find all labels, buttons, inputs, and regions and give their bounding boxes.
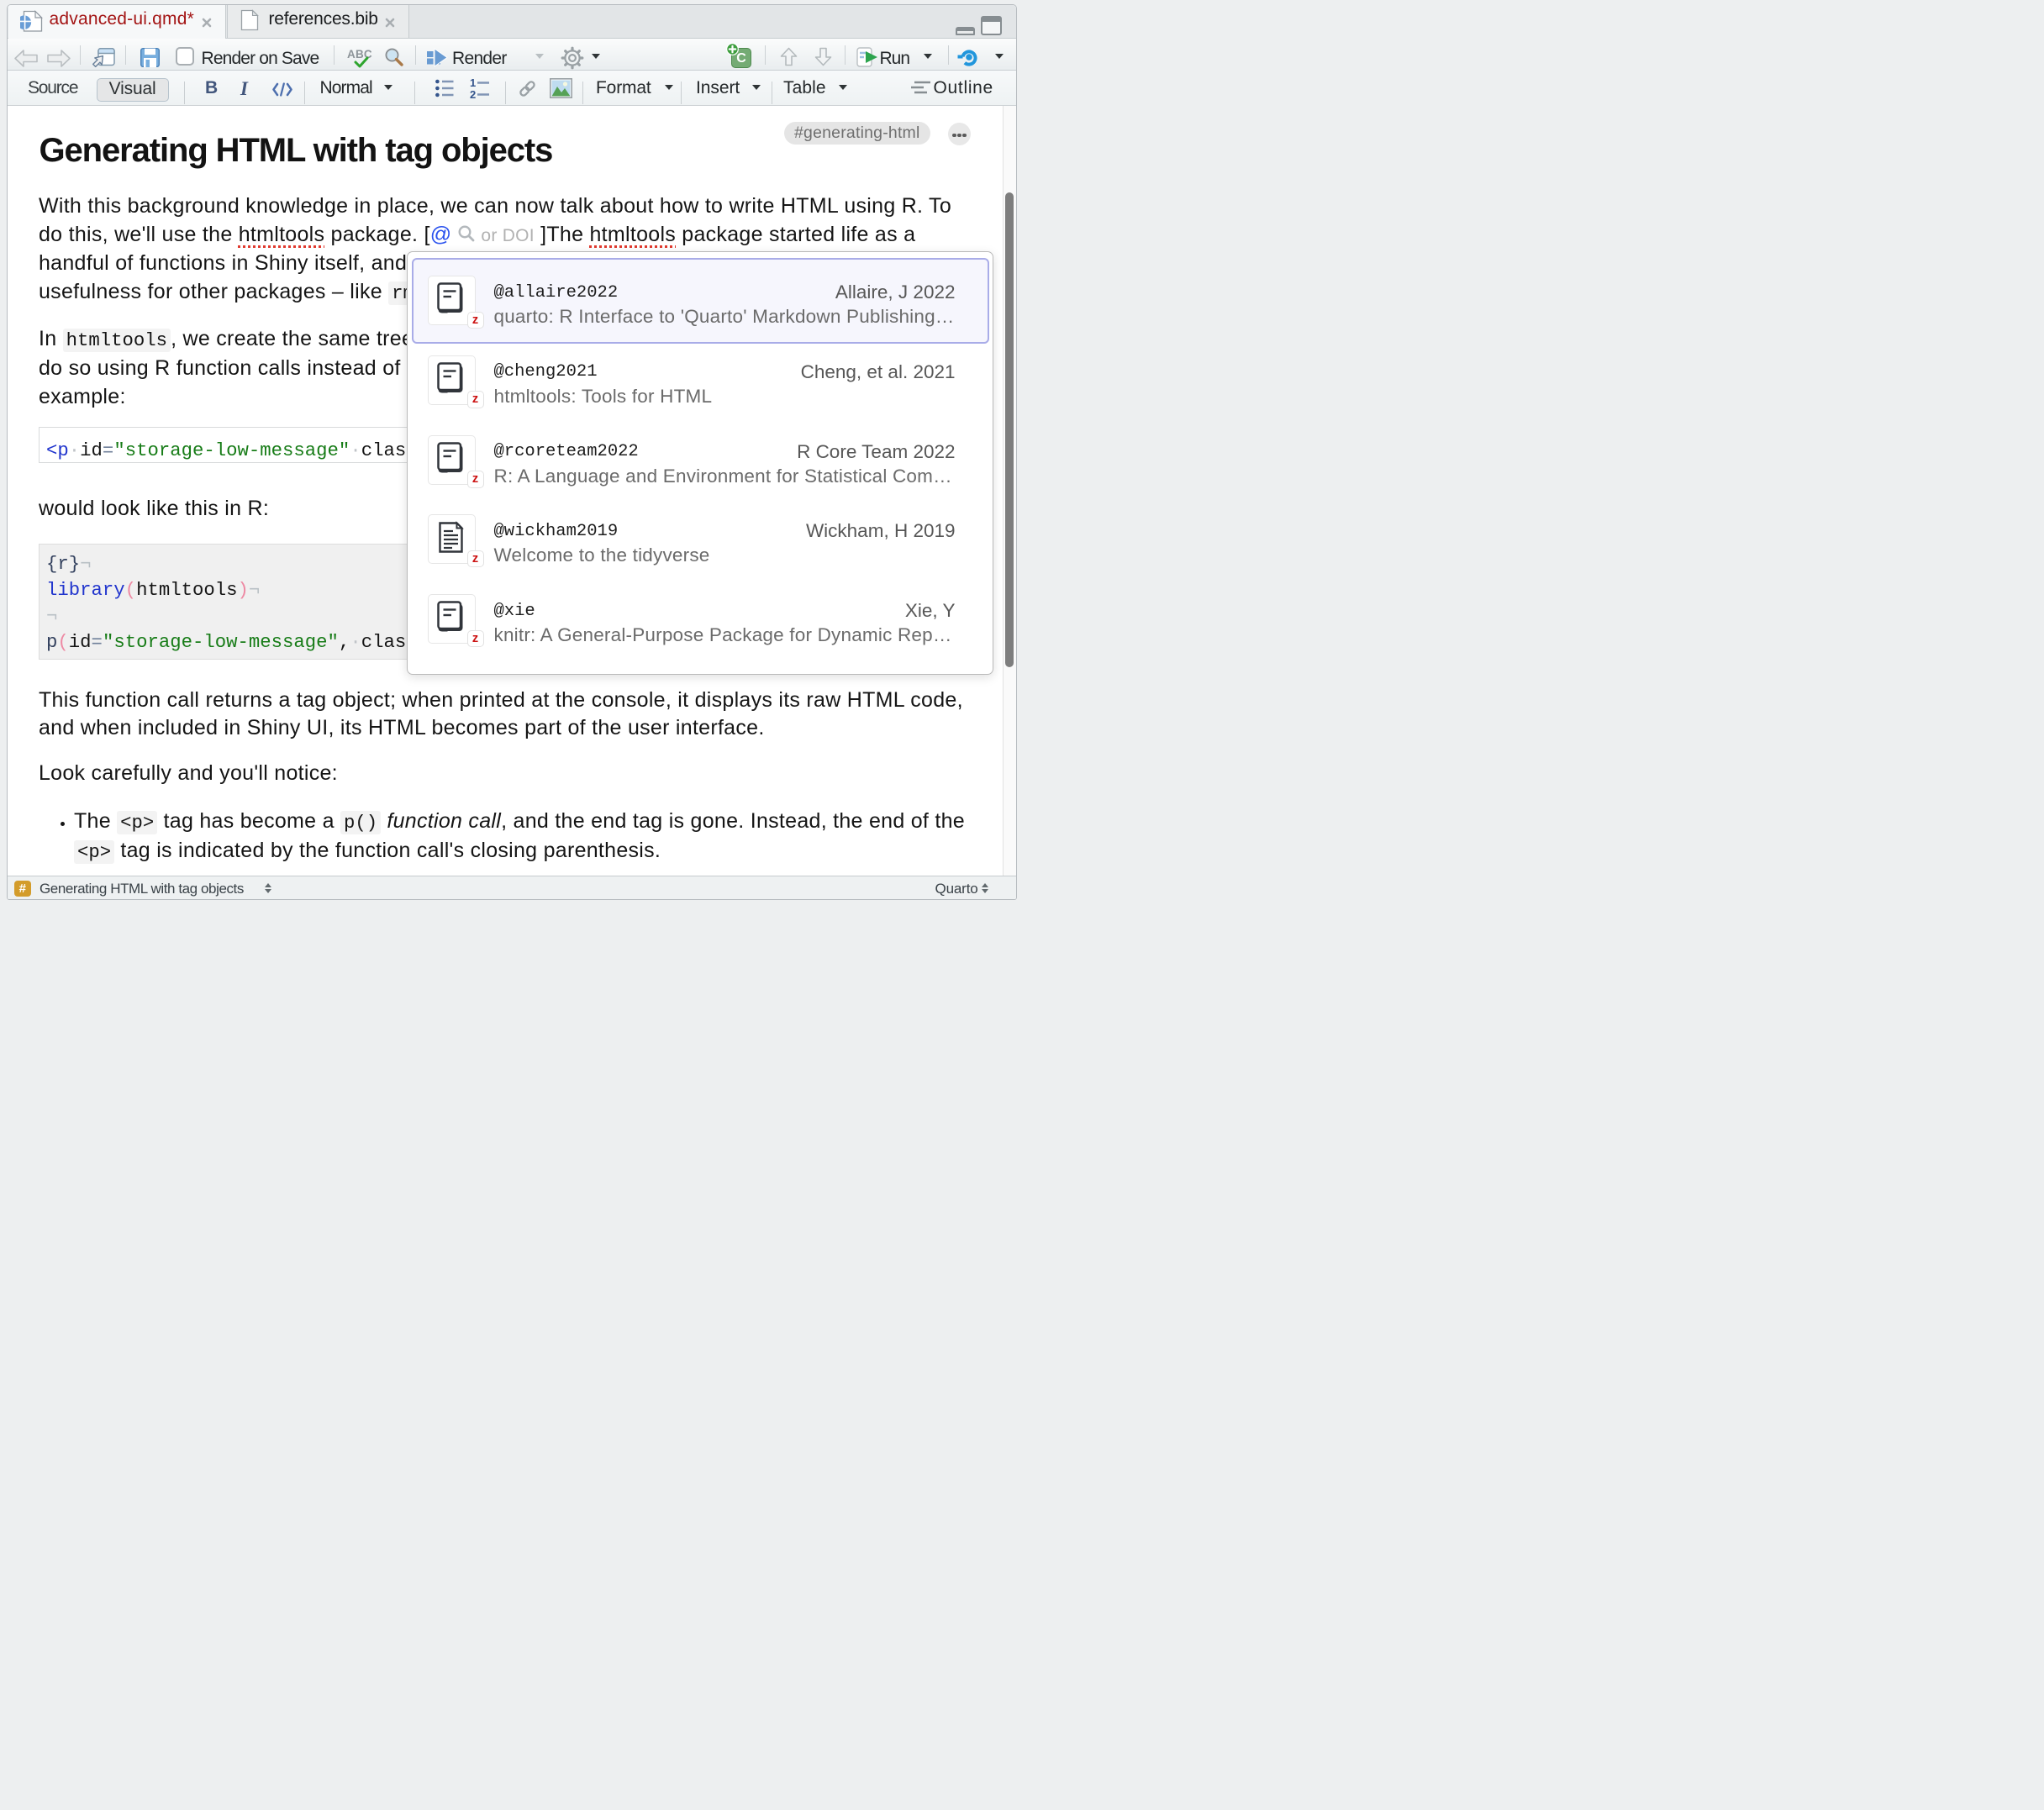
svg-text:1: 1 [470, 77, 476, 89]
svg-text:2: 2 [470, 88, 476, 99]
